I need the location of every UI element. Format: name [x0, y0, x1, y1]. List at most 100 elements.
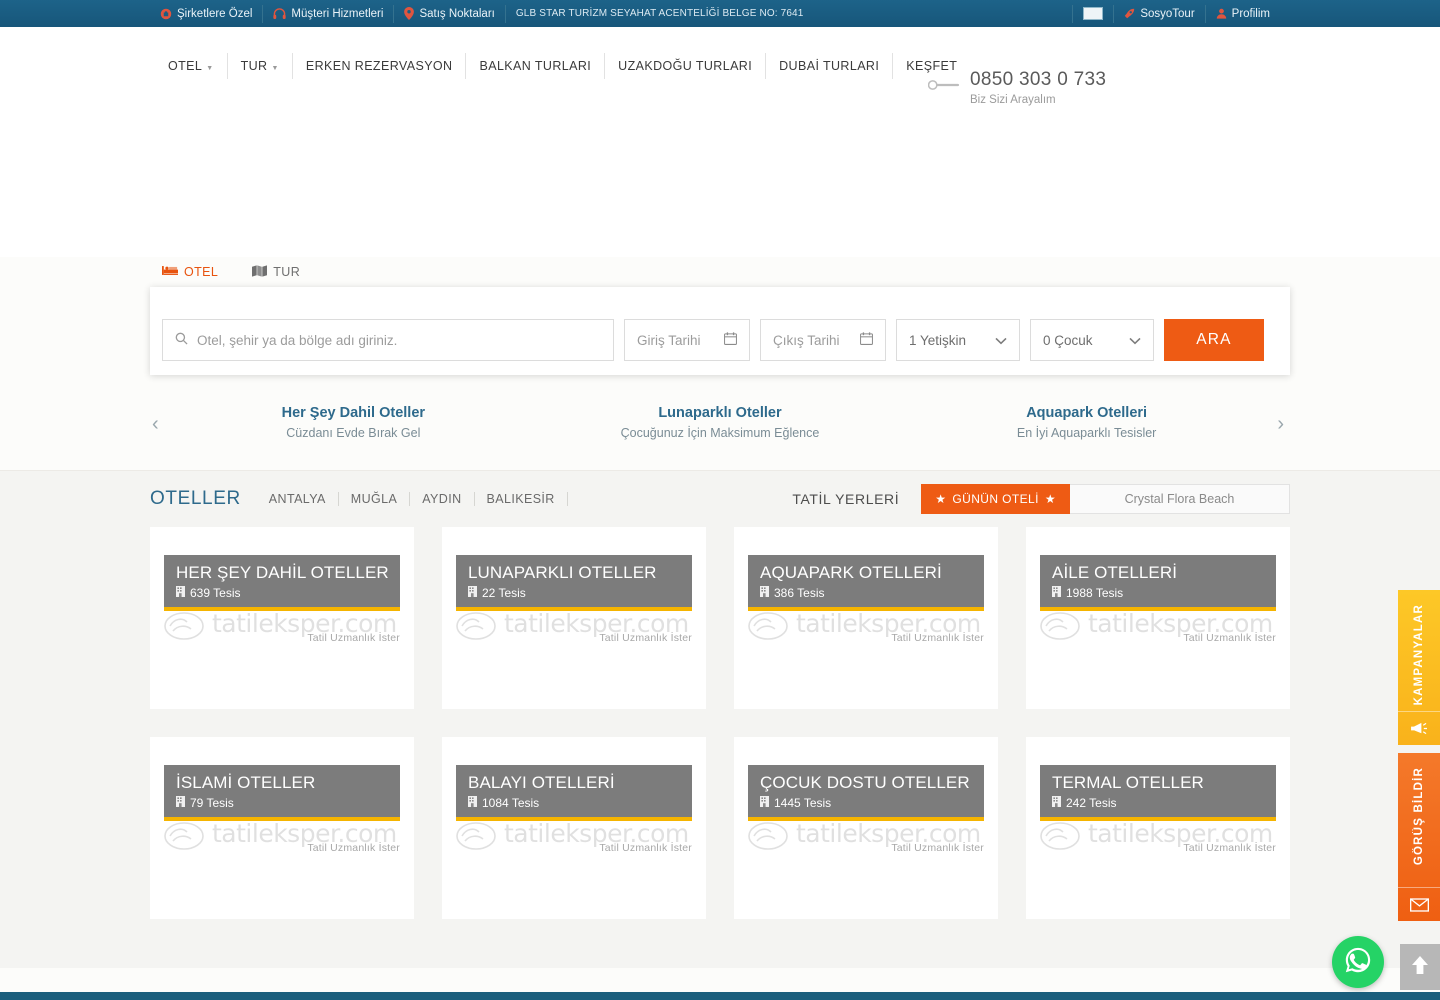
card-band: TERMAL OTELLER 242 Tesis — [1040, 765, 1276, 821]
search-button[interactable]: ARA — [1164, 319, 1264, 361]
category-card-cocuk-dostu[interactable]: ÇOCUK DOSTU OTELLER 1445 Tesis tatileksp… — [734, 737, 998, 919]
card-title: LUNAPARKLI OTELLER — [468, 563, 657, 582]
nav-label: ERKEN REZERVASYON — [305, 59, 453, 73]
watermark-subtitle: Tatil Uzmanlık İster — [599, 842, 692, 854]
side-tab-label: GÖRÜŞ BİLDİR — [1413, 767, 1425, 866]
promo-subtitle: Çocuğunuz İçin Maksimum Eğlence — [620, 426, 820, 440]
children-value: 0 Çocuk — [1043, 332, 1093, 348]
briefcase-icon — [160, 8, 172, 20]
topbar-link-profilim[interactable]: Profilim — [1204, 4, 1280, 23]
nav-item-uzakdogu-turlari[interactable]: UZAKDOĞU TURLARI — [605, 53, 767, 79]
page-root: Şirketlere Özel Müşteri Hizmetleri Satış… — [0, 0, 1440, 1000]
promo-title: Aquapark Otelleri — [1026, 405, 1148, 421]
city-filter-balikesir[interactable]: BALIKESİR — [475, 492, 568, 506]
hotel-category-grid: HER ŞEY DAHİL OTELLER 639 Tesis tatileks… — [150, 527, 1290, 919]
checkin-date-input[interactable]: Giriş Tarihi — [624, 319, 750, 361]
card-band: AQUAPARK OTELLERİ 386 Tesis — [748, 555, 984, 611]
license-text: GLB STAR TURİZM SEYAHAT ACENTELİĞİ BELGE… — [515, 8, 804, 19]
checkout-date-input[interactable]: Çıkış Tarihi — [760, 319, 886, 361]
destination-input[interactable]: Otel, şehir ya da bölge adı giriniz. — [162, 319, 614, 361]
rocket-icon — [1124, 8, 1135, 19]
destination-placeholder: Otel, şehir ya da bölge adı giriniz. — [197, 332, 398, 348]
tab-label: OTEL — [184, 265, 219, 279]
card-title: AQUAPARK OTELLERİ — [760, 563, 942, 582]
children-select[interactable]: 0 Çocuk — [1030, 319, 1154, 361]
city-filter-mugla[interactable]: MUĞLA — [339, 492, 411, 506]
tab-label: TUR — [273, 265, 301, 279]
building-icon — [468, 586, 477, 600]
card-count-text: 22 Tesis — [482, 586, 526, 600]
nav-item-erken-rezervasyon[interactable]: ERKEN REZERVASYON — [293, 53, 467, 79]
hotels-section: OTELLER ANTALYA MUĞLA AYDIN BALIKESİR TA… — [0, 470, 1440, 968]
topbar-link-satis-noktalari[interactable]: Satış Noktaları — [394, 4, 506, 23]
topbar-link-sosyotour[interactable]: SosyoTour — [1113, 4, 1204, 23]
side-tab-kampanyalar[interactable]: KAMPANYALAR — [1398, 590, 1440, 745]
city-filter-aydin[interactable]: AYDIN — [410, 492, 475, 506]
flag-icon — [1083, 7, 1104, 20]
hotel-of-the-day-badge[interactable]: ★ GÜNÜN OTELİ ★ — [921, 484, 1070, 514]
category-card-islami[interactable]: İSLAMİ OTELLER 79 Tesis tatileksper.com … — [150, 737, 414, 919]
side-tab-gorus-bildir[interactable]: GÖRÜŞ BİLDİR — [1398, 753, 1440, 921]
city-filter-antalya[interactable]: ANTALYA — [257, 492, 339, 506]
category-card-balayi[interactable]: BALAYI OTELLERİ 1084 Tesis tatileksper.c… — [442, 737, 706, 919]
nav-item-dubai-turlari[interactable]: DUBAİ TURLARI — [766, 53, 894, 79]
promo-item-aquapark[interactable]: Aquapark Otelleri En İyi Aquaparklı Tesi… — [917, 405, 1257, 440]
carousel-track: Her Şey Dahil Oteller Cüzdanı Evde Bırak… — [170, 405, 1270, 440]
category-card-lunaparkli[interactable]: LUNAPARKLI OTELLER 22 Tesis tatileksper.… — [442, 527, 706, 709]
tab-otel[interactable]: OTEL — [162, 265, 218, 279]
promo-item-lunaparkli[interactable]: Lunaparklı Oteller Çocuğunuz İçin Maksim… — [550, 405, 890, 440]
topbar-link-musteri-hizmetleri[interactable]: Müşteri Hizmetleri — [263, 4, 395, 23]
nav-item-otel[interactable]: OTEL ▼ — [160, 53, 228, 79]
checkout-placeholder: Çıkış Tarihi — [773, 332, 840, 348]
language-flag-button[interactable] — [1072, 4, 1113, 23]
building-icon — [760, 796, 769, 810]
promo-title: Lunaparklı Oteller — [658, 405, 782, 421]
card-title: BALAYI OTELLERİ — [468, 773, 615, 792]
topbar-link-sirketlere-ozel[interactable]: Şirketlere Özel — [160, 4, 264, 23]
scroll-top-button[interactable] — [1400, 944, 1440, 990]
carousel-next-button[interactable]: › — [1277, 413, 1284, 436]
phone-subtitle: Biz Sizi Arayalım — [970, 94, 1056, 106]
card-title: TERMAL OTELLER — [1052, 773, 1204, 792]
promo-subtitle: En İyi Aquaparklı Tesisler — [1016, 426, 1157, 440]
card-title: HER ŞEY DAHİL OTELLER — [176, 563, 389, 582]
watermark-subtitle: Tatil Uzmanlık İster — [307, 842, 400, 854]
promo-item-her-sey-dahil[interactable]: Her Şey Dahil Oteller Cüzdanı Evde Bırak… — [183, 405, 523, 440]
promo-carousel: ‹ Her Şey Dahil Oteller Cüzdanı Evde Bır… — [0, 375, 1440, 470]
whatsapp-button[interactable] — [1332, 936, 1384, 988]
card-count: 639 Tesis — [176, 586, 388, 600]
nav-item-balkan-turlari[interactable]: BALKAN TURLARI — [466, 53, 606, 79]
watermark-subtitle: Tatil Uzmanlık İster — [1183, 842, 1276, 854]
category-card-termal[interactable]: TERMAL OTELLER 242 Tesis tatileksper.com… — [1026, 737, 1290, 919]
building-icon — [1052, 796, 1061, 810]
hotel-of-the-day-name[interactable]: Crystal Flora Beach — [1070, 484, 1290, 514]
bed-icon — [162, 265, 178, 279]
map-pin-icon — [404, 7, 415, 20]
star-icon: ★ — [935, 492, 947, 506]
building-icon — [760, 586, 769, 600]
tab-tur[interactable]: TUR — [252, 264, 301, 280]
card-band: İSLAMİ OTELLER 79 Tesis — [164, 765, 400, 821]
card-band: BALAYI OTELLERİ 1084 Tesis — [456, 765, 692, 821]
search-panel: Otel, şehir ya da bölge adı giriniz. Gir… — [150, 287, 1290, 375]
call-us-block[interactable]: 0850 303 0 733 Biz Sizi Arayalım — [927, 69, 1106, 106]
chevron-down-icon — [995, 333, 1007, 348]
category-card-aquapark[interactable]: AQUAPARK OTELLERİ 386 Tesis tatileksper.… — [734, 527, 998, 709]
watermark-subtitle: Tatil Uzmanlık İster — [1183, 632, 1276, 644]
adults-select[interactable]: 1 Yetişkin — [896, 319, 1020, 361]
megaphone-icon — [1398, 711, 1440, 739]
card-count-text: 1084 Tesis — [482, 796, 540, 810]
whatsapp-icon — [1343, 945, 1373, 980]
card-count: 1084 Tesis — [468, 796, 680, 810]
chevron-down-icon — [1129, 333, 1141, 348]
carousel-prev-button[interactable]: ‹ — [152, 413, 159, 436]
calendar-icon — [860, 332, 873, 348]
nav-label: BALKAN TURLARI — [479, 59, 592, 73]
arrow-up-icon — [1411, 955, 1429, 980]
tatil-yerleri-label[interactable]: TATİL YERLERİ — [792, 491, 899, 507]
hotels-header-right: TATİL YERLERİ ★ GÜNÜN OTELİ ★ Crystal Fl… — [792, 484, 1290, 514]
category-card-her-sey-dahil[interactable]: HER ŞEY DAHİL OTELLER 639 Tesis tatileks… — [150, 527, 414, 709]
star-icon: ★ — [1044, 492, 1056, 506]
category-card-aile[interactable]: AİLE OTELLERİ 1988 Tesis tatileksper.com… — [1026, 527, 1290, 709]
nav-item-tur[interactable]: TUR ▼ — [228, 53, 293, 79]
